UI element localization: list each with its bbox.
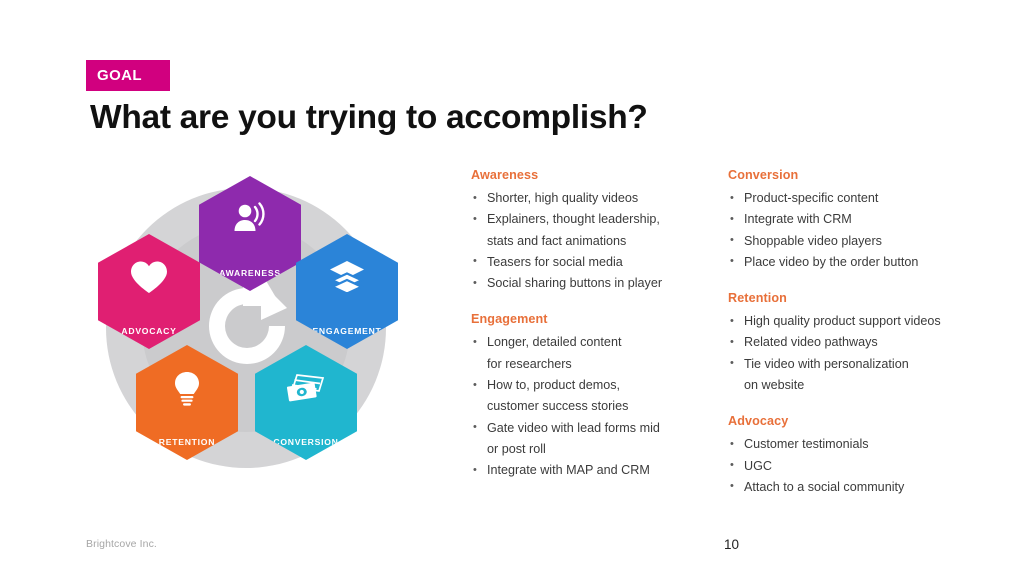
list-item: How to, product demos, customer success … — [471, 375, 701, 418]
content-column-right: Conversion Product-specific content Inte… — [728, 167, 976, 498]
heart-icon — [98, 260, 200, 294]
goal-badge-label: GOAL — [97, 67, 142, 84]
list-item: Gate video with lead forms mid or post r… — [471, 417, 701, 461]
bullet-line-cont: customer success stories — [487, 399, 629, 414]
list-item: Teasers for social media — [471, 251, 701, 273]
bullet-line: Shoppable video players — [744, 233, 882, 248]
list-item: Tie video with personalization on websit… — [728, 353, 976, 397]
bullet-line: Customer testimonials — [744, 437, 869, 452]
bullet-list-retention: High quality product support videos Rela… — [728, 311, 976, 396]
bullet-line: How to, product demos, — [487, 378, 620, 393]
hex-label-engagement: ENGAGEMENT — [312, 326, 382, 337]
bullet-line: Integrate with MAP and CRM — [487, 463, 650, 478]
bullet-line-cont: stats and fact animations — [487, 233, 627, 248]
list-item: Explainers, thought leadership, stats an… — [471, 209, 701, 252]
bullet-line: Teasers for social media — [487, 254, 623, 269]
group-title-advocacy: Advocacy — [728, 414, 789, 429]
bullet-line: Place video by the order button — [744, 254, 919, 269]
money-bills-icon — [255, 371, 357, 405]
lightbulb-icon — [136, 371, 238, 407]
list-item: Shorter, high quality videos — [471, 187, 701, 209]
list-item: Related video pathways — [728, 332, 976, 354]
group-title-conversion: Conversion — [728, 168, 799, 182]
content-column-left: Awareness Shorter, high quality videos E… — [471, 167, 701, 482]
slide-canvas: GOAL What are you trying to accomplish? — [0, 0, 1024, 576]
bullet-line: UGC — [744, 458, 772, 473]
bullet-line: Longer, detailed content — [487, 335, 622, 350]
bullet-line: Social sharing buttons in player — [487, 276, 663, 291]
goal-badge: GOAL — [86, 60, 170, 91]
group-title-awareness: Awareness — [471, 168, 539, 182]
bullet-list-awareness: Shorter, high quality videos Explainers,… — [471, 187, 701, 295]
hex-label-advocacy: ADVOCACY — [121, 326, 177, 337]
bullet-line: Shorter, high quality videos — [487, 191, 639, 205]
bullet-list-advocacy: Customer testimonials UGC Attach to a so… — [728, 434, 976, 498]
bullet-line-cont: on website — [744, 378, 805, 393]
list-item: Product-specific content — [728, 187, 976, 209]
layers-stack-icon — [296, 260, 398, 292]
list-item: Shoppable video players — [728, 230, 976, 252]
content-group-retention: Retention High quality product support v… — [728, 290, 976, 396]
bullet-line: Explainers, thought leadership, — [487, 212, 660, 227]
lifecycle-diagram: AWARENESS ENGAGEMENT CONVERSION RETENTIO… — [88, 172, 413, 484]
list-item: Integrate with CRM — [728, 209, 976, 231]
page-title: What are you trying to accomplish? — [90, 99, 648, 136]
content-group-engagement: Engagement Longer, detailed content for … — [471, 311, 701, 481]
content-group-conversion: Conversion Product-specific content Inte… — [728, 167, 976, 273]
list-item: High quality product support videos — [728, 311, 976, 333]
bullet-line-cont: for researchers — [487, 356, 572, 371]
list-item: Place video by the order button — [728, 251, 976, 273]
hex-label-retention: RETENTION — [158, 437, 216, 448]
footer-page-number: 10 — [724, 537, 740, 552]
content-group-advocacy: Advocacy Customer testimonials UGC Attac… — [728, 413, 976, 498]
bullet-line: Integrate with CRM — [744, 212, 852, 227]
bullet-line: Related video pathways — [744, 335, 878, 350]
group-title-retention: Retention — [728, 291, 787, 306]
person-broadcast-icon — [199, 202, 301, 234]
list-item: Social sharing buttons in player — [471, 273, 701, 295]
bullet-line: Tie video with personalization — [744, 356, 909, 371]
bullet-line: High quality product support videos — [744, 314, 941, 329]
list-item: Customer testimonials — [728, 434, 976, 456]
footer-brand: Brightcove Inc. — [86, 538, 157, 550]
hex-label-awareness: AWARENESS — [219, 268, 281, 279]
list-item: Longer, detailed content for researchers — [471, 332, 701, 375]
bullet-line: Gate video with lead forms mid — [487, 420, 660, 435]
bullet-line-cont: or post roll — [487, 441, 546, 456]
list-item: UGC — [728, 455, 976, 477]
bullet-list-conversion: Product-specific content Integrate with … — [728, 187, 976, 273]
bullet-line: Attach to a social community — [744, 479, 905, 494]
content-group-awareness: Awareness Shorter, high quality videos E… — [471, 167, 701, 294]
group-title-engagement: Engagement — [471, 312, 548, 327]
hex-label-conversion: CONVERSION — [273, 437, 339, 448]
bullet-line: Product-specific content — [744, 191, 879, 205]
list-item: Attach to a social community — [728, 476, 976, 498]
list-item: Integrate with MAP and CRM — [471, 460, 701, 482]
bullet-list-engagement: Longer, detailed content for researchers… — [471, 332, 701, 481]
